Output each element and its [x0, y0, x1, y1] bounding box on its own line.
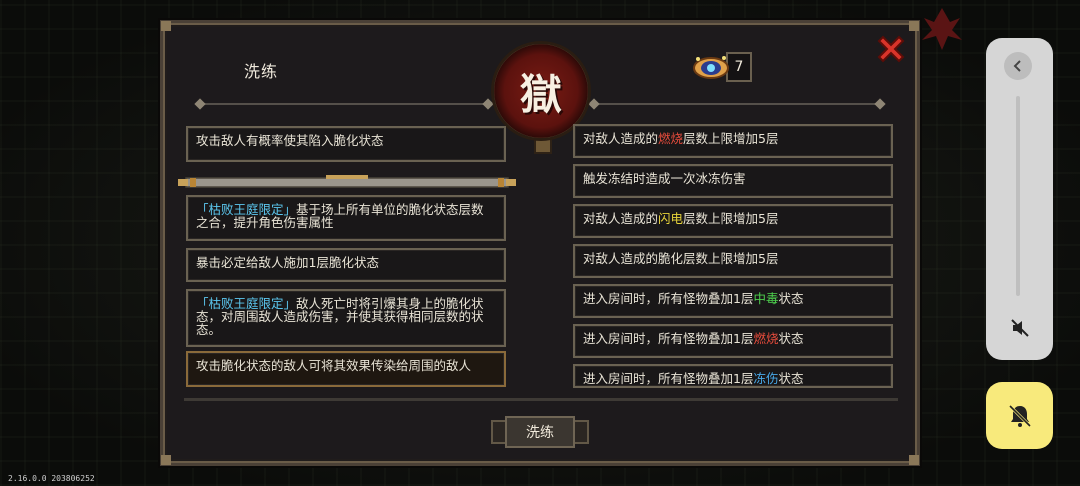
affix-text-segment: 对敌人造成的 [583, 211, 659, 226]
bottom-divider [184, 398, 898, 401]
right-affix-item[interactable]: 触发冻结时造成一次冰冻伤害 [573, 164, 893, 198]
left-affix-item[interactable]: 「枯败王庭限定」敌人死亡时将引爆其身上的脆化状态，对周围敌人造成伤害，并使其获得… [186, 289, 506, 347]
right-affix-item[interactable]: 进入房间时，所有怪物叠加1层燃烧状态 [573, 324, 893, 358]
affix-text-segment: 对敌人造成的 [583, 131, 659, 146]
left-affix-item[interactable]: 「枯败王庭限定」基于场上所有单位的脆化状态层数之合，提升角色伤害属性 [186, 195, 506, 241]
affix-text-segment: 暴击必定给敌人施加1层脆化状态 [196, 255, 379, 270]
right-affix-item[interactable]: 进入房间时，所有怪物叠加1层冻伤状态 [573, 364, 893, 388]
eye-gem-icon [693, 56, 729, 79]
affix-text-segment: 闪电 [658, 211, 684, 226]
left-affix-item[interactable]: 暴击必定给敌人施加1层脆化状态 [186, 248, 506, 282]
mute-button[interactable] [1006, 314, 1034, 342]
emblem-stem [534, 136, 552, 154]
right-affix-item[interactable]: 对敌人造成的闪电层数上限增加5层 [573, 204, 893, 238]
affix-text-segment: 层数上限增加5层 [683, 211, 779, 226]
affix-text-segment: 中毒 [753, 291, 779, 306]
right-affix-item[interactable]: 进入房间时，所有怪物叠加1层中毒状态 [573, 284, 893, 318]
version-label: 2.16.0.0 203806252 [8, 474, 95, 483]
header-divider-right [588, 98, 886, 110]
volume-slider[interactable] [1016, 96, 1020, 296]
affix-text-segment: 对敌人造成的脆化层数上限增加5层 [583, 251, 779, 266]
affix-text-segment: 层数上限增加5层 [683, 131, 779, 146]
right-affix-item[interactable]: 对敌人造成的脆化层数上限增加5层 [573, 244, 893, 278]
affix-text-segment: 状态 [778, 331, 804, 346]
affix-text-segment: 进入房间时，所有怪物叠加1层 [583, 371, 754, 386]
affix-text-segment: 燃烧 [753, 331, 779, 346]
background-plant-icon [922, 8, 962, 50]
notification-mute-button[interactable] [986, 382, 1053, 449]
right-affix-item[interactable]: 对敌人造成的燃烧层数上限增加5层 [573, 124, 893, 158]
affix-text-segment: 状态 [778, 371, 804, 386]
affix-text-segment: 燃烧 [658, 131, 684, 146]
bell-off-icon [1008, 404, 1031, 427]
dialog-title: 洗练 [244, 62, 279, 81]
collapse-button[interactable] [1004, 52, 1032, 80]
affix-text-segment: 进入房间时，所有怪物叠加1层 [583, 291, 754, 306]
refine-button[interactable]: 洗练 [489, 410, 591, 454]
header-divider-left [194, 98, 494, 110]
muted-speaker-icon [1011, 319, 1029, 337]
chevron-left-icon [1013, 60, 1021, 72]
close-button[interactable] [874, 32, 908, 66]
scroll-ornament [178, 175, 516, 188]
left-affix-item[interactable]: 攻击脆化状态的敌人可将其效果传染给周围的敌人 [186, 351, 506, 387]
affix-text-segment: 攻击敌人有概率使其陷入脆化状态 [196, 133, 384, 148]
affix-text-segment: 攻击脆化状态的敌人可将其效果传染给周围的敌人 [196, 358, 472, 373]
affix-text-segment: 冻伤 [753, 371, 779, 386]
affix-text-segment: 触发冻结时造成一次冰冻伤害 [583, 171, 746, 186]
close-icon [877, 35, 905, 63]
refine-button-label: 洗练 [526, 425, 554, 441]
left-affix-item[interactable]: 攻击敌人有概率使其陷入脆化状态 [186, 126, 506, 162]
affix-text-segment: 状态 [778, 291, 804, 306]
currency-display: 7 [692, 52, 752, 82]
affix-text-segment: 进入房间时，所有怪物叠加1层 [583, 331, 754, 346]
